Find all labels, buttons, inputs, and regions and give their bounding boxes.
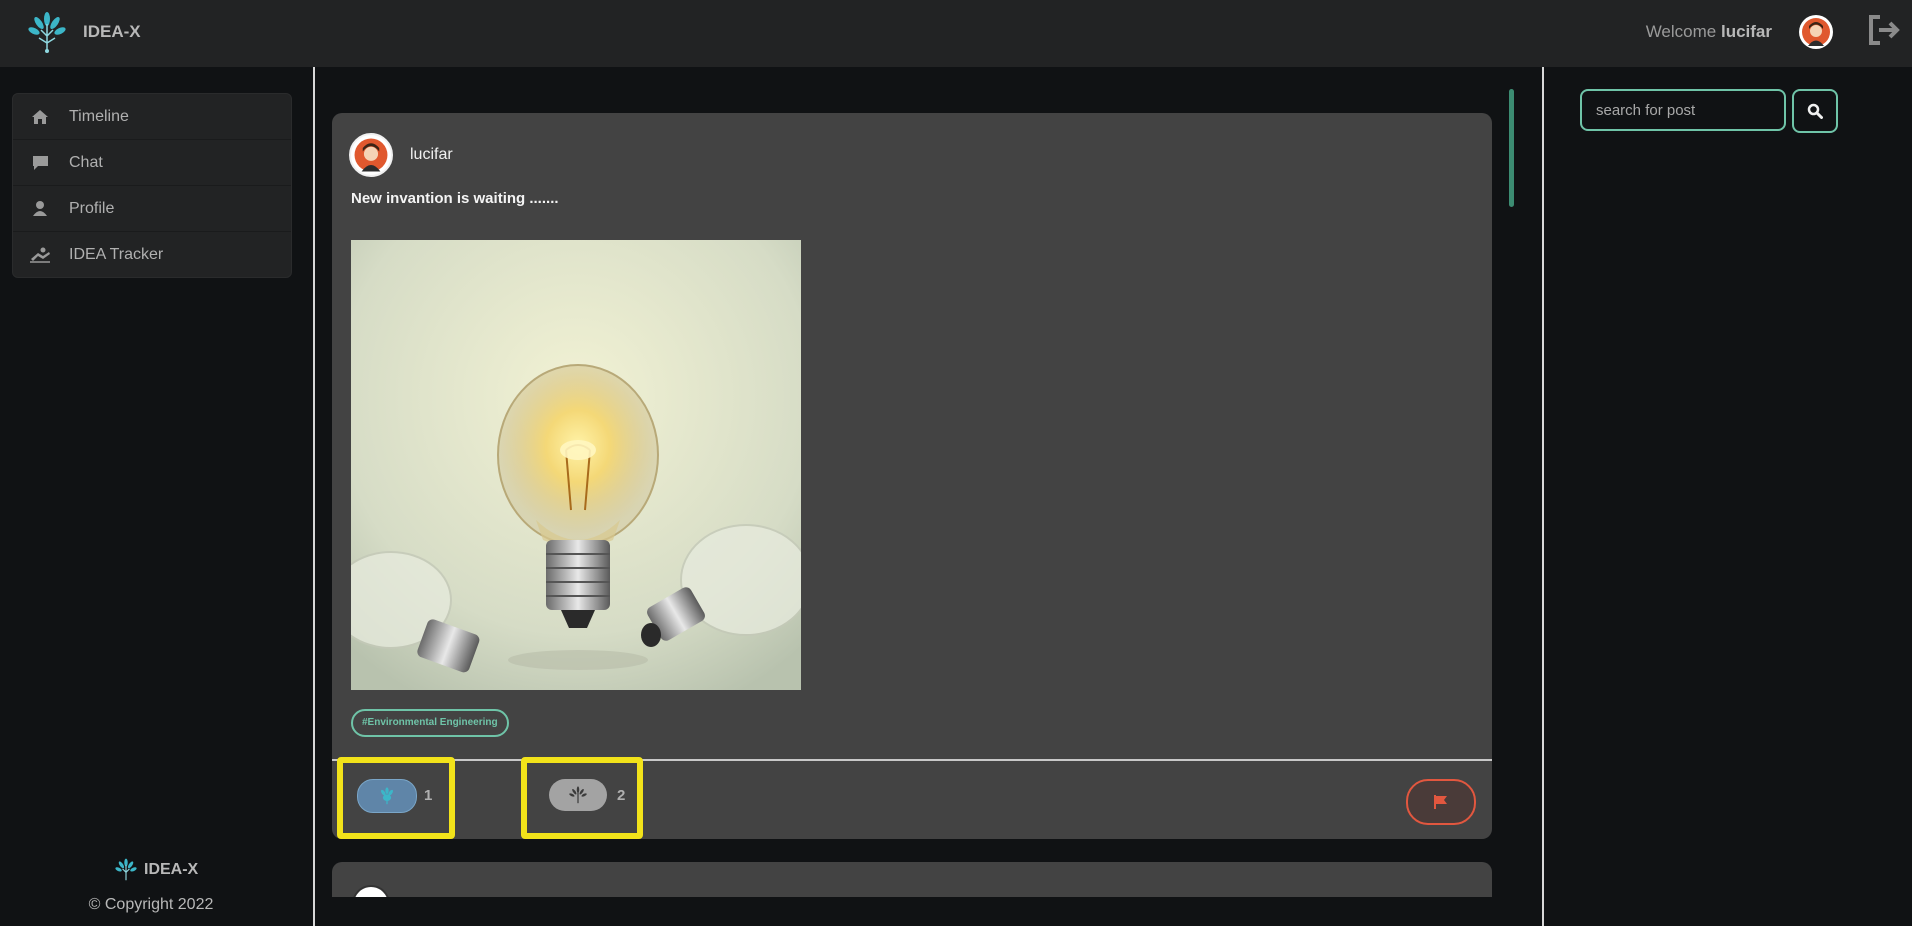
post-author-name[interactable]: lucifar	[410, 146, 453, 164]
sidebar-item-label: Profile	[69, 199, 115, 217]
right-sidebar	[1542, 67, 1912, 926]
sidebar-item-chat[interactable]: Chat	[13, 140, 291, 186]
post-author-avatar[interactable]	[349, 133, 393, 177]
top-navbar: IDEA-X Welcome lucifar	[0, 0, 1912, 67]
logout-icon[interactable]	[1866, 14, 1902, 46]
flag-icon	[1434, 795, 1447, 809]
timeline-feed[interactable]: lucifar New invantion is waiting .......	[315, 67, 1542, 897]
welcome-username: lucifar	[1720, 22, 1772, 41]
search-icon	[1807, 103, 1823, 119]
sidebar-item-label: Timeline	[69, 107, 129, 125]
search-button[interactable]	[1792, 89, 1838, 133]
avatar[interactable]	[1799, 15, 1833, 49]
post-text: New invantion is waiting .......	[351, 190, 559, 207]
tracker-icon	[29, 245, 51, 265]
post-image-lightbulb[interactable]	[351, 240, 801, 690]
search-input[interactable]	[1580, 89, 1786, 131]
footer-brand: IDEA-X	[114, 857, 198, 883]
home-icon	[29, 107, 51, 127]
welcome-text: Welcome lucifar	[1646, 22, 1772, 42]
post-divider	[332, 759, 1492, 761]
copyright-text: © Copyright 2022	[88, 896, 214, 913]
post-card	[332, 862, 1492, 897]
app-name[interactable]: IDEA-X	[83, 22, 141, 42]
welcome-prefix: Welcome	[1645, 22, 1717, 41]
report-flag-button[interactable]	[1406, 779, 1476, 825]
highlight-box	[521, 757, 643, 839]
sidebar-item-profile[interactable]: Profile	[13, 186, 291, 232]
sidebar-item-label: IDEA Tracker	[69, 245, 164, 263]
user-icon	[29, 199, 51, 219]
sidebar-nav: Timeline Chat Profile IDEA Tracker	[12, 93, 292, 278]
post-author-avatar[interactable]	[352, 885, 390, 897]
left-sidebar: Timeline Chat Profile IDEA Tracker IDEA-…	[0, 67, 315, 926]
sidebar-item-label: Chat	[69, 153, 103, 171]
sidebar-item-idea-tracker[interactable]: IDEA Tracker	[13, 232, 291, 277]
post-card: lucifar New invantion is waiting .......	[332, 113, 1492, 839]
chat-icon	[29, 153, 51, 173]
logo-icon[interactable]	[26, 10, 68, 54]
footer-logo-icon	[115, 858, 137, 881]
footer-brand-name: IDEA-X	[144, 861, 199, 878]
feed-scrollbar[interactable]	[1509, 89, 1514, 207]
sidebar-item-timeline[interactable]: Timeline	[13, 94, 291, 140]
highlight-box	[337, 757, 455, 839]
post-tag[interactable]: #Environmental Engineering	[351, 709, 509, 737]
